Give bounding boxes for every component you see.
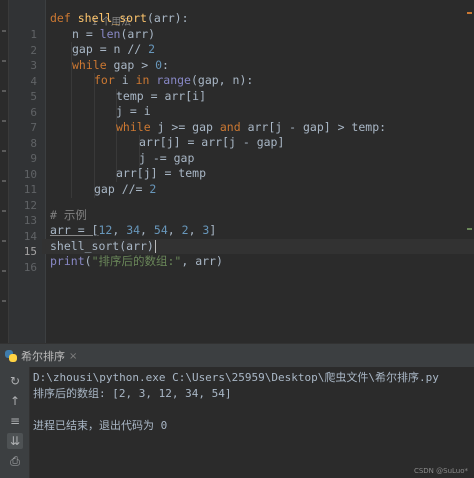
line-number: 5 (30, 90, 37, 103)
code-line: arr = [12, 34, 54, 2, 3] (50, 223, 217, 237)
console-command-line: D:\zhousi\python.exe C:\Users\25959\Desk… (33, 371, 439, 384)
line-number: 16 (23, 260, 37, 274)
code-line: def shell_sort(arr): (50, 11, 189, 25)
close-icon[interactable]: × (69, 351, 77, 362)
run-console[interactable]: D:\zhousi\python.exe C:\Users\25959\Desk… (30, 367, 474, 478)
line-number-current: 15 (23, 245, 37, 258)
project-panel-edge (0, 0, 9, 343)
console-exit-line: 进程已结束，退出代码为 0 (33, 419, 168, 432)
run-panel-header: 希尔排序 × (0, 343, 474, 367)
text-caret (154, 239, 156, 253)
line-number: 3 (30, 59, 37, 72)
run-tab[interactable]: 希尔排序 × (5, 348, 77, 364)
code-line: gap = n // 2 (72, 42, 156, 56)
error-stripe-marker[interactable] (467, 228, 472, 230)
line-number: 13 (23, 214, 37, 227)
line-number: 2 (30, 43, 37, 57)
run-tab-label: 希尔排序 (21, 350, 65, 363)
line-number: 8 (30, 136, 37, 150)
scroll-to-end-icon[interactable]: ⇊ (7, 433, 23, 449)
line-number: 1 (30, 28, 37, 41)
watermark: CSDN @SuLuo* (413, 467, 468, 475)
line-number: 9 (30, 152, 37, 165)
line-number: 6 (30, 105, 37, 119)
code-line: j = i (116, 104, 151, 118)
line-number: 12 (23, 198, 37, 212)
code-line: while gap > 0: (72, 57, 169, 72)
code-line: temp = arr[i] (116, 88, 207, 103)
code-comment: # 示例 (50, 207, 87, 222)
code-area[interactable]: 1 个用法 def shell_sort(arr): n = len(arr) … (42, 0, 474, 343)
code-editor[interactable]: 1 2 3 4 5 6 7 8 9 10 11 12 13 14 15 16 1… (0, 0, 474, 343)
code-line: gap //= 2 (94, 181, 157, 196)
line-number: 4 (30, 74, 37, 88)
code-line: n = len(arr) (72, 26, 156, 41)
line-number: 7 (30, 121, 37, 134)
code-line-current: shell_sort(arr) (42, 238, 474, 254)
line-number: 10 (23, 167, 37, 181)
code-line: while j >= gap and arr[j - gap] > temp: (116, 119, 387, 134)
rerun-icon[interactable]: ↻ (7, 373, 23, 389)
line-number: 11 (23, 183, 37, 196)
soft-wrap-icon[interactable]: ≡ (7, 413, 23, 429)
console-output-line: 排序后的数组: [2, 3, 12, 34, 54] (33, 387, 232, 400)
run-toolbar: ↻ ↑ ≡ ⇊ ⎙ (0, 367, 30, 478)
code-line: arr[j] = temp (116, 166, 207, 180)
scroll-up-icon[interactable]: ↑ (7, 393, 23, 409)
python-icon (5, 350, 17, 362)
line-number: 14 (23, 229, 37, 243)
code-line: print("排序后的数组:", arr) (50, 254, 223, 268)
line-number-gutter[interactable]: 1 2 3 4 5 6 7 8 9 10 11 12 13 14 15 16 (9, 0, 46, 343)
code-line: arr[j] = arr[j - gap] (139, 135, 285, 149)
code-line: j -= gap (139, 150, 195, 165)
print-icon[interactable]: ⎙ (7, 453, 23, 469)
code-line: for i in range(gap, n): (94, 73, 254, 87)
error-stripe-marker[interactable] (467, 12, 472, 14)
